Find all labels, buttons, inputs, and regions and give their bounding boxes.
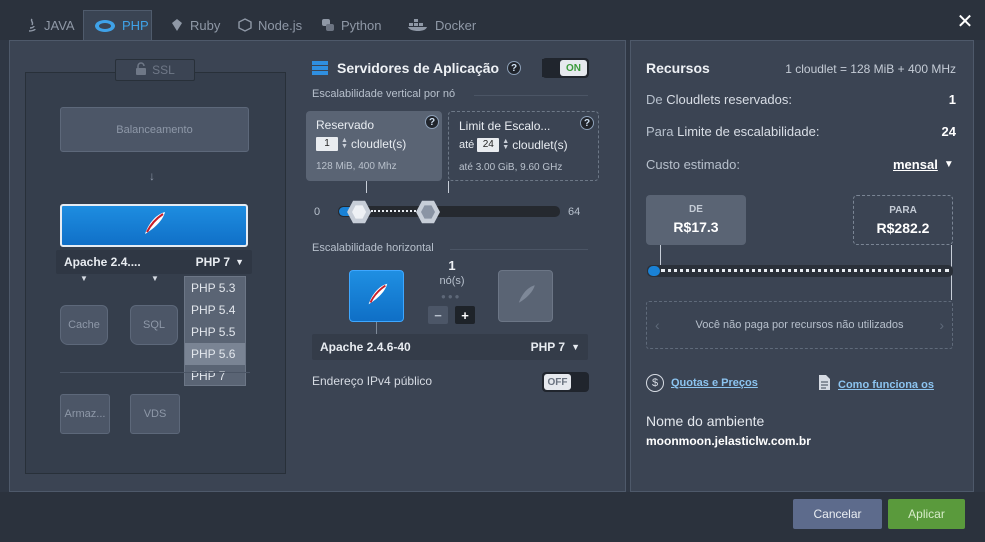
- apply-button[interactable]: Aplicar: [888, 499, 965, 529]
- servers-toggle[interactable]: ON: [542, 58, 589, 78]
- env-name-label: Nome do ambiente: [646, 413, 765, 429]
- help-icon[interactable]: ?: [580, 116, 594, 130]
- node-caption[interactable]: Apache 2.4.... PHP 7 ▼: [56, 250, 252, 274]
- ssl-toggle[interactable]: SSL: [115, 59, 195, 81]
- close-icon[interactable]: ✕: [955, 12, 975, 32]
- plus-button[interactable]: +: [455, 306, 475, 324]
- reserved-card: Reservado ? 1 ▲ ▼ cloudlet(s) 128 MiB, 40…: [306, 111, 442, 181]
- dots-icon: ●●●: [441, 292, 462, 301]
- period-selector[interactable]: mensal ▼: [893, 157, 954, 172]
- chevron-left-icon[interactable]: ‹: [655, 317, 660, 333]
- document-icon: [818, 374, 831, 396]
- java-icon: [26, 18, 38, 32]
- cost-label: Custo estimado:: [646, 157, 740, 172]
- minus-button[interactable]: −: [428, 306, 448, 324]
- small-arrow-icon: ▼: [80, 274, 88, 283]
- divider: [474, 95, 588, 96]
- php-version-dropdown: PHP 5.3 PHP 5.4 PHP 5.5 PHP 5.6 PHP 7: [184, 276, 246, 386]
- tab-nodejs[interactable]: Node.js: [228, 10, 312, 40]
- lock-icon: [135, 62, 147, 78]
- ipv4-label: Endereço IPv4 público: [312, 374, 433, 388]
- limit-input[interactable]: 24: [477, 138, 500, 152]
- cancel-button[interactable]: Cancelar: [793, 499, 882, 529]
- reserved-title: Reservado: [316, 118, 375, 132]
- add-node-placeholder[interactable]: [498, 270, 553, 322]
- help-icon[interactable]: ?: [425, 115, 439, 129]
- tab-python[interactable]: Python: [311, 10, 391, 40]
- feather-icon: [363, 280, 391, 313]
- feather-icon: [514, 282, 538, 311]
- cost-range-bar: [647, 265, 953, 277]
- balancer-node[interactable]: Balanceamento: [60, 107, 249, 152]
- ruby-icon: [170, 18, 184, 32]
- dollar-circle-icon: $: [646, 374, 664, 392]
- docker-icon: [407, 18, 429, 32]
- storage-node[interactable]: Armaz...: [60, 394, 110, 434]
- feather-icon: [139, 208, 169, 243]
- price-from-box: DE R$17.3: [646, 195, 746, 245]
- tab-docker[interactable]: Docker: [397, 10, 486, 40]
- python-icon: [321, 18, 335, 32]
- apache-php-node[interactable]: [60, 204, 248, 247]
- sql-node[interactable]: SQL: [130, 305, 178, 345]
- price-to-box: PARA R$282.2: [853, 195, 953, 245]
- help-icon[interactable]: ?: [507, 61, 521, 75]
- resources-title: Recursos: [646, 60, 710, 76]
- version-option[interactable]: PHP 7: [185, 365, 245, 387]
- reserved-input[interactable]: 1: [316, 137, 338, 151]
- divider: [450, 249, 588, 250]
- connector: [448, 181, 449, 193]
- divider: [60, 372, 250, 373]
- version-option[interactable]: PHP 5.5: [185, 321, 245, 343]
- caret-down-icon: ▼: [571, 342, 580, 352]
- caret-down-icon: ▼: [235, 257, 244, 267]
- spinner-icon[interactable]: ▲ ▼: [502, 138, 509, 151]
- howto-link[interactable]: Como funciona os: [818, 374, 934, 396]
- caret-down-icon: ▼: [943, 159, 954, 170]
- quotas-link[interactable]: $ Quotas e Preços: [646, 374, 758, 392]
- version-option-highlighted[interactable]: PHP 5.6: [185, 343, 245, 365]
- cache-node[interactable]: Cache: [60, 305, 108, 345]
- nodejs-icon: [238, 18, 252, 32]
- tab-php[interactable]: PHP: [83, 10, 152, 40]
- info-notice: ‹ Você não paga por recursos não utiliza…: [646, 301, 953, 349]
- version-option[interactable]: PHP 5.3: [185, 277, 245, 299]
- env-name: moonmoon.jelasticlw.com.br: [646, 434, 811, 448]
- horizontal-scaling-label: Escalabilidade horizontal: [312, 242, 434, 254]
- connector: [366, 181, 367, 193]
- apache-node-icon-button[interactable]: [349, 270, 404, 322]
- server-selector[interactable]: Apache 2.4.6-40 PHP 7 ▼: [312, 334, 588, 360]
- vertical-scaling-slider[interactable]: [338, 206, 560, 217]
- version-option[interactable]: PHP 5.4: [185, 299, 245, 321]
- vertical-scaling-label: Escalabilidade vertical por nó: [312, 88, 456, 100]
- small-arrow-icon: ▼: [151, 274, 159, 283]
- limit-title: Limit de Escalo...: [459, 119, 551, 133]
- servers-stack-icon: [312, 60, 328, 81]
- vds-node[interactable]: VDS: [130, 394, 180, 434]
- limit-card: Limit de Escalo... ? até 24 ▲ ▼ cloudlet(…: [448, 111, 599, 181]
- limit-fill: [371, 210, 420, 212]
- arrow-down-icon: ↓: [149, 169, 155, 183]
- ipv4-toggle[interactable]: OFF: [542, 372, 589, 392]
- reserved-row: De Cloudlets reservados: 1: [646, 92, 956, 107]
- cloudlet-definition: 1 cloudlet = 128 MiB + 400 MHz: [785, 62, 956, 76]
- limit-row: Para Limite de escalabilidade: 24: [646, 124, 956, 139]
- chevron-right-icon[interactable]: ›: [939, 317, 944, 333]
- node-count: 1: [448, 258, 456, 273]
- php-icon: [94, 19, 116, 33]
- tab-ruby[interactable]: Ruby: [160, 10, 230, 40]
- connector: [660, 245, 661, 265]
- tab-java[interactable]: JAVA: [16, 10, 85, 40]
- config-title: Servidores de Aplicação: [337, 60, 500, 76]
- spinner-icon[interactable]: ▲ ▼: [341, 137, 348, 150]
- connector: [376, 322, 377, 334]
